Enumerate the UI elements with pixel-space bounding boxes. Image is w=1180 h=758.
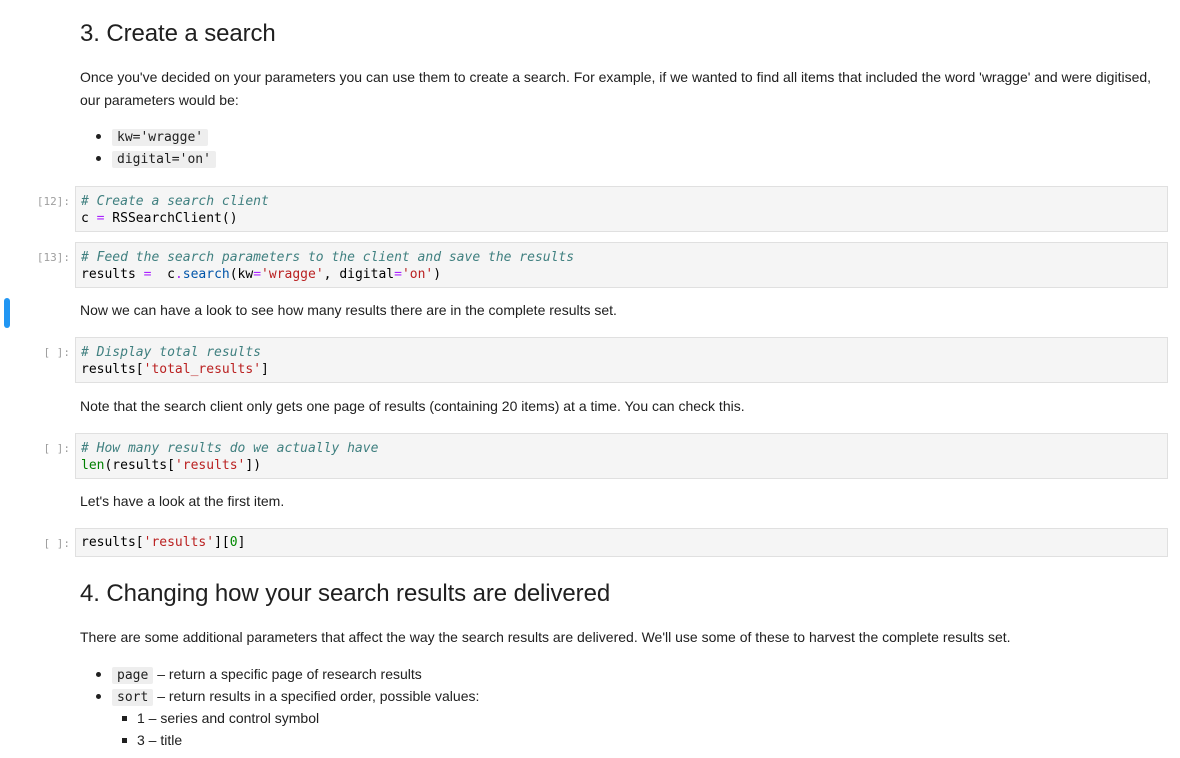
param-digital: digital='on' — [112, 151, 216, 168]
section-4-heading: 4. Changing how your search results are … — [80, 580, 611, 607]
params-list: kw='wragge' digital='on' — [96, 125, 216, 169]
code-editor[interactable]: # How many results do we actually have l… — [75, 433, 1168, 479]
code-editor[interactable]: results['results'][0] — [75, 528, 1168, 557]
cell-prompt: [12]: — [36, 195, 70, 208]
param-kw: kw='wragge' — [112, 129, 209, 146]
list-item: page – return a specific page of researc… — [96, 663, 479, 685]
cell-prompt: [13]: — [36, 251, 70, 264]
list-item: digital='on' — [96, 147, 216, 169]
markdown-text: Let's have a look at the first item. — [80, 493, 285, 509]
selected-cell-indicator — [4, 298, 10, 328]
param-sort: sort — [112, 689, 154, 706]
sort-values-list: 1 – series and control symbol 3 – title — [122, 707, 319, 751]
code-editor[interactable]: # Feed the search parameters to the clie… — [75, 242, 1168, 288]
list-item: sort – return results in a specified ord… — [96, 685, 479, 707]
cell-prompt: [ ]: — [43, 346, 71, 359]
list-item: 3 – title — [122, 729, 319, 751]
markdown-text: Now we can have a look to see how many r… — [80, 302, 617, 318]
list-item: kw='wragge' — [96, 125, 216, 147]
delivery-params-list: page – return a specific page of researc… — [96, 663, 479, 707]
cell-prompt: [ ]: — [43, 442, 71, 455]
section-3-intro: Once you've decided on your parameters y… — [80, 69, 1152, 108]
code-editor[interactable]: # Display total results results['total_r… — [75, 337, 1168, 383]
list-item: 1 – series and control symbol — [122, 707, 319, 729]
markdown-text: Note that the search client only gets on… — [80, 398, 745, 414]
cell-prompt: [ ]: — [43, 537, 71, 550]
param-page: page — [112, 667, 154, 684]
code-editor[interactable]: # Create a search client c = RSSearchCli… — [75, 186, 1168, 232]
section-3-heading: 3. Create a search — [80, 20, 276, 47]
section-4-intro: There are some additional parameters tha… — [80, 629, 1011, 645]
